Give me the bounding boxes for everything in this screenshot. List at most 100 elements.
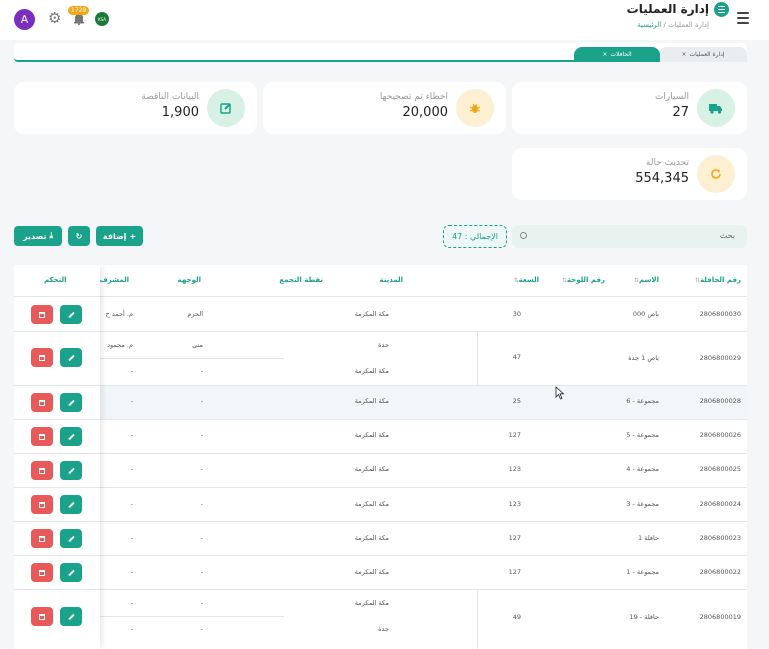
delete-button[interactable] [31, 348, 53, 367]
cell-destination: - [200, 625, 203, 633]
stat-value: 554,345 [635, 171, 689, 186]
refresh-button[interactable]: ↻ [68, 226, 90, 246]
list-icon [714, 2, 729, 17]
cell-supervisor: - [130, 599, 133, 607]
cell-capacity: 47 [512, 353, 521, 361]
edit-button[interactable] [60, 461, 82, 480]
cell-destination: - [200, 431, 203, 439]
menu-toggle-icon[interactable] [737, 12, 749, 24]
pencil-icon [67, 467, 75, 474]
cell-destination: - [200, 397, 203, 405]
edit-button[interactable] [60, 529, 82, 548]
edit-button[interactable] [60, 348, 82, 367]
cell-bus-no: 2806800024 [699, 500, 741, 508]
cell-destination: - [200, 465, 203, 473]
tab-buses[interactable]: × الحافلات [574, 47, 660, 62]
pencil-icon [67, 569, 75, 576]
cell-bus-no: 2806800030 [699, 310, 741, 318]
col-capacity[interactable]: ⇅السعة [512, 276, 539, 284]
truck-icon [697, 89, 735, 127]
mouse-cursor-icon [555, 386, 565, 400]
col-control: التحكم [44, 276, 67, 284]
delete-button[interactable] [31, 607, 53, 626]
stat-value: 20,000 [402, 105, 449, 120]
cell-supervisor: - [130, 625, 133, 633]
tab-close-icon[interactable]: × [602, 51, 607, 58]
delete-button[interactable] [31, 529, 53, 548]
cell-bus-no: 2806800023 [699, 534, 741, 542]
cell-supervisor: - [130, 431, 133, 439]
cell-destination: الحرم [187, 310, 203, 318]
avatar[interactable]: A [14, 9, 35, 30]
cell-city: مكة المكرمة [354, 568, 389, 576]
cell-capacity: 127 [508, 568, 521, 576]
breadcrumb-separator: / [663, 21, 666, 29]
delete-button[interactable] [31, 393, 53, 412]
delete-button[interactable] [31, 305, 53, 324]
cell-city: مكة المكرمة [354, 465, 389, 473]
col-bus-no[interactable]: ⇅رقم الحافلة [693, 276, 741, 284]
cell-supervisor: - [130, 465, 133, 473]
edit-button[interactable] [60, 305, 82, 324]
pencil-icon [67, 433, 75, 440]
pencil-icon [67, 535, 75, 542]
notification-badge: 1729 [68, 6, 90, 15]
pencil-icon [67, 311, 75, 318]
cell-city: مكة المكرمة [354, 367, 389, 375]
cell-name: مجموعة - 6 [626, 397, 659, 405]
cell-supervisor: - [130, 397, 133, 405]
col-gathering: نقطة التجمع [279, 276, 323, 284]
cell-name: مجموعة - 4 [626, 465, 659, 473]
edit-button[interactable] [60, 607, 82, 626]
gear-icon[interactable]: ⚙ [48, 11, 63, 26]
cell-city: مكة المكرمة [354, 500, 389, 508]
edit-button[interactable] [60, 427, 82, 446]
refresh-icon [697, 155, 735, 193]
stat-value: 27 [672, 105, 689, 120]
cell-bus-no: 2806800029 [699, 354, 741, 362]
search-placeholder: بحث [719, 231, 735, 240]
stat-card-status-update: تحديث حالة 554,345 [512, 148, 747, 200]
breadcrumb-home[interactable]: الرئيسية [637, 21, 661, 29]
cell-capacity: 127 [508, 431, 521, 439]
tab-operations[interactable]: × إدارة العمليات [659, 47, 747, 62]
cell-capacity: 30 [512, 310, 521, 318]
cell-supervisor: - [130, 500, 133, 508]
delete-button[interactable] [31, 427, 53, 446]
add-label: إضافة [102, 231, 127, 241]
cell-bus-no: 2806800025 [699, 465, 741, 473]
col-supervisor: المشرف [99, 276, 129, 284]
cell-capacity: 25 [512, 397, 521, 405]
edit-button[interactable] [60, 495, 82, 514]
trash-icon [39, 501, 45, 508]
add-button[interactable]: إضافة + [96, 226, 143, 246]
breadcrumb: إدارة العمليات / الرئيسية [637, 21, 709, 29]
cell-name: باص 000 [632, 310, 659, 318]
col-name[interactable]: ⇅الاسم [632, 276, 659, 284]
cell-name: مجموعة - 1 [626, 568, 659, 576]
cell-capacity: 127 [508, 534, 521, 542]
cell-capacity: 123 [508, 465, 521, 473]
export-button[interactable]: تصدير ⤓ [14, 226, 62, 246]
delete-button[interactable] [31, 563, 53, 582]
cell-city: جدة [378, 625, 389, 633]
delete-button[interactable] [31, 495, 53, 514]
cell-capacity: 123 [508, 500, 521, 508]
col-plate[interactable]: ⇅رقم اللوحة [560, 276, 605, 284]
trash-icon [39, 467, 45, 474]
trash-icon [39, 399, 45, 406]
col-city: المدينة [379, 276, 404, 284]
stat-label: البيانات الناقصة [141, 92, 199, 102]
tab-label: إدارة العمليات [689, 51, 725, 58]
edit-button[interactable] [60, 563, 82, 582]
trash-icon [39, 433, 45, 440]
delete-button[interactable] [31, 461, 53, 480]
edit-button[interactable] [60, 393, 82, 412]
search-input[interactable]: بحث [512, 225, 747, 248]
cell-city: مكة المكرمة [354, 431, 389, 439]
cell-supervisor: - [130, 568, 133, 576]
flag-icon[interactable]: KSA [95, 12, 109, 26]
stat-label: اخطاء تم تصحيحها [379, 92, 448, 102]
tab-close-icon[interactable]: × [681, 51, 686, 58]
stat-label: السيارات [654, 92, 689, 102]
